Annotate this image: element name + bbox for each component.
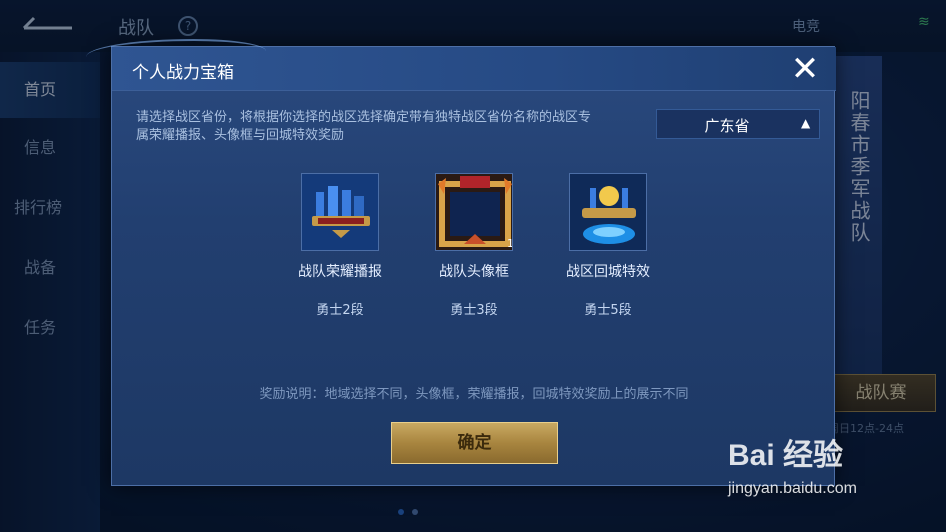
reward-note: 奖励说明：地域选择不同，头像框，荣耀播报，回城特效奖励上的展示不同 xyxy=(259,387,689,402)
reward-item: 战队荣耀播报 勇士2段 xyxy=(280,173,400,318)
avatar-frame-icon: 1 xyxy=(435,173,513,251)
honor-broadcast-icon xyxy=(301,173,379,251)
close-icon[interactable]: ✕ xyxy=(790,52,820,86)
dialog-description: 请选择战区省份，将根据你选择的战区选择确定带有独特战区省份名称的战区专属荣耀播报… xyxy=(136,110,592,143)
reward-level: 勇士3段 xyxy=(450,303,498,318)
reward-count: 1 xyxy=(507,237,512,250)
watermark-url: jingyan.baidu.com xyxy=(728,480,857,497)
reward-level: 勇士2段 xyxy=(316,303,364,318)
confirm-button[interactable]: 确定 xyxy=(391,422,558,464)
return-effect-icon xyxy=(569,173,647,251)
watermark-logo: Bai 经验 xyxy=(728,439,844,472)
reward-item: 战区回城特效 勇士5段 xyxy=(548,173,668,318)
reward-name: 战队头像框 xyxy=(439,264,509,280)
dialog-header: 个人战力宝箱 ✕ xyxy=(86,39,836,91)
reward-level: 勇士5段 xyxy=(584,303,632,318)
province-value: 广东省 xyxy=(704,117,750,135)
reward-dialog: 个人战力宝箱 ✕ 请选择战区省份，将根据你选择的战区选择确定带有独特战区省份名称… xyxy=(86,39,836,486)
reward-name: 战区回城特效 xyxy=(566,264,650,280)
province-select[interactable]: 广东省 ▲ xyxy=(656,109,820,139)
dialog-title: 个人战力宝箱 xyxy=(132,63,234,83)
baidu-watermark: Bai 经验 jingyan.baidu.com xyxy=(728,430,857,498)
chevron-up-icon: ▲ xyxy=(801,116,811,130)
reward-name: 战队荣耀播报 xyxy=(298,264,382,280)
reward-item: 1 战队头像框 勇士3段 xyxy=(414,173,534,318)
